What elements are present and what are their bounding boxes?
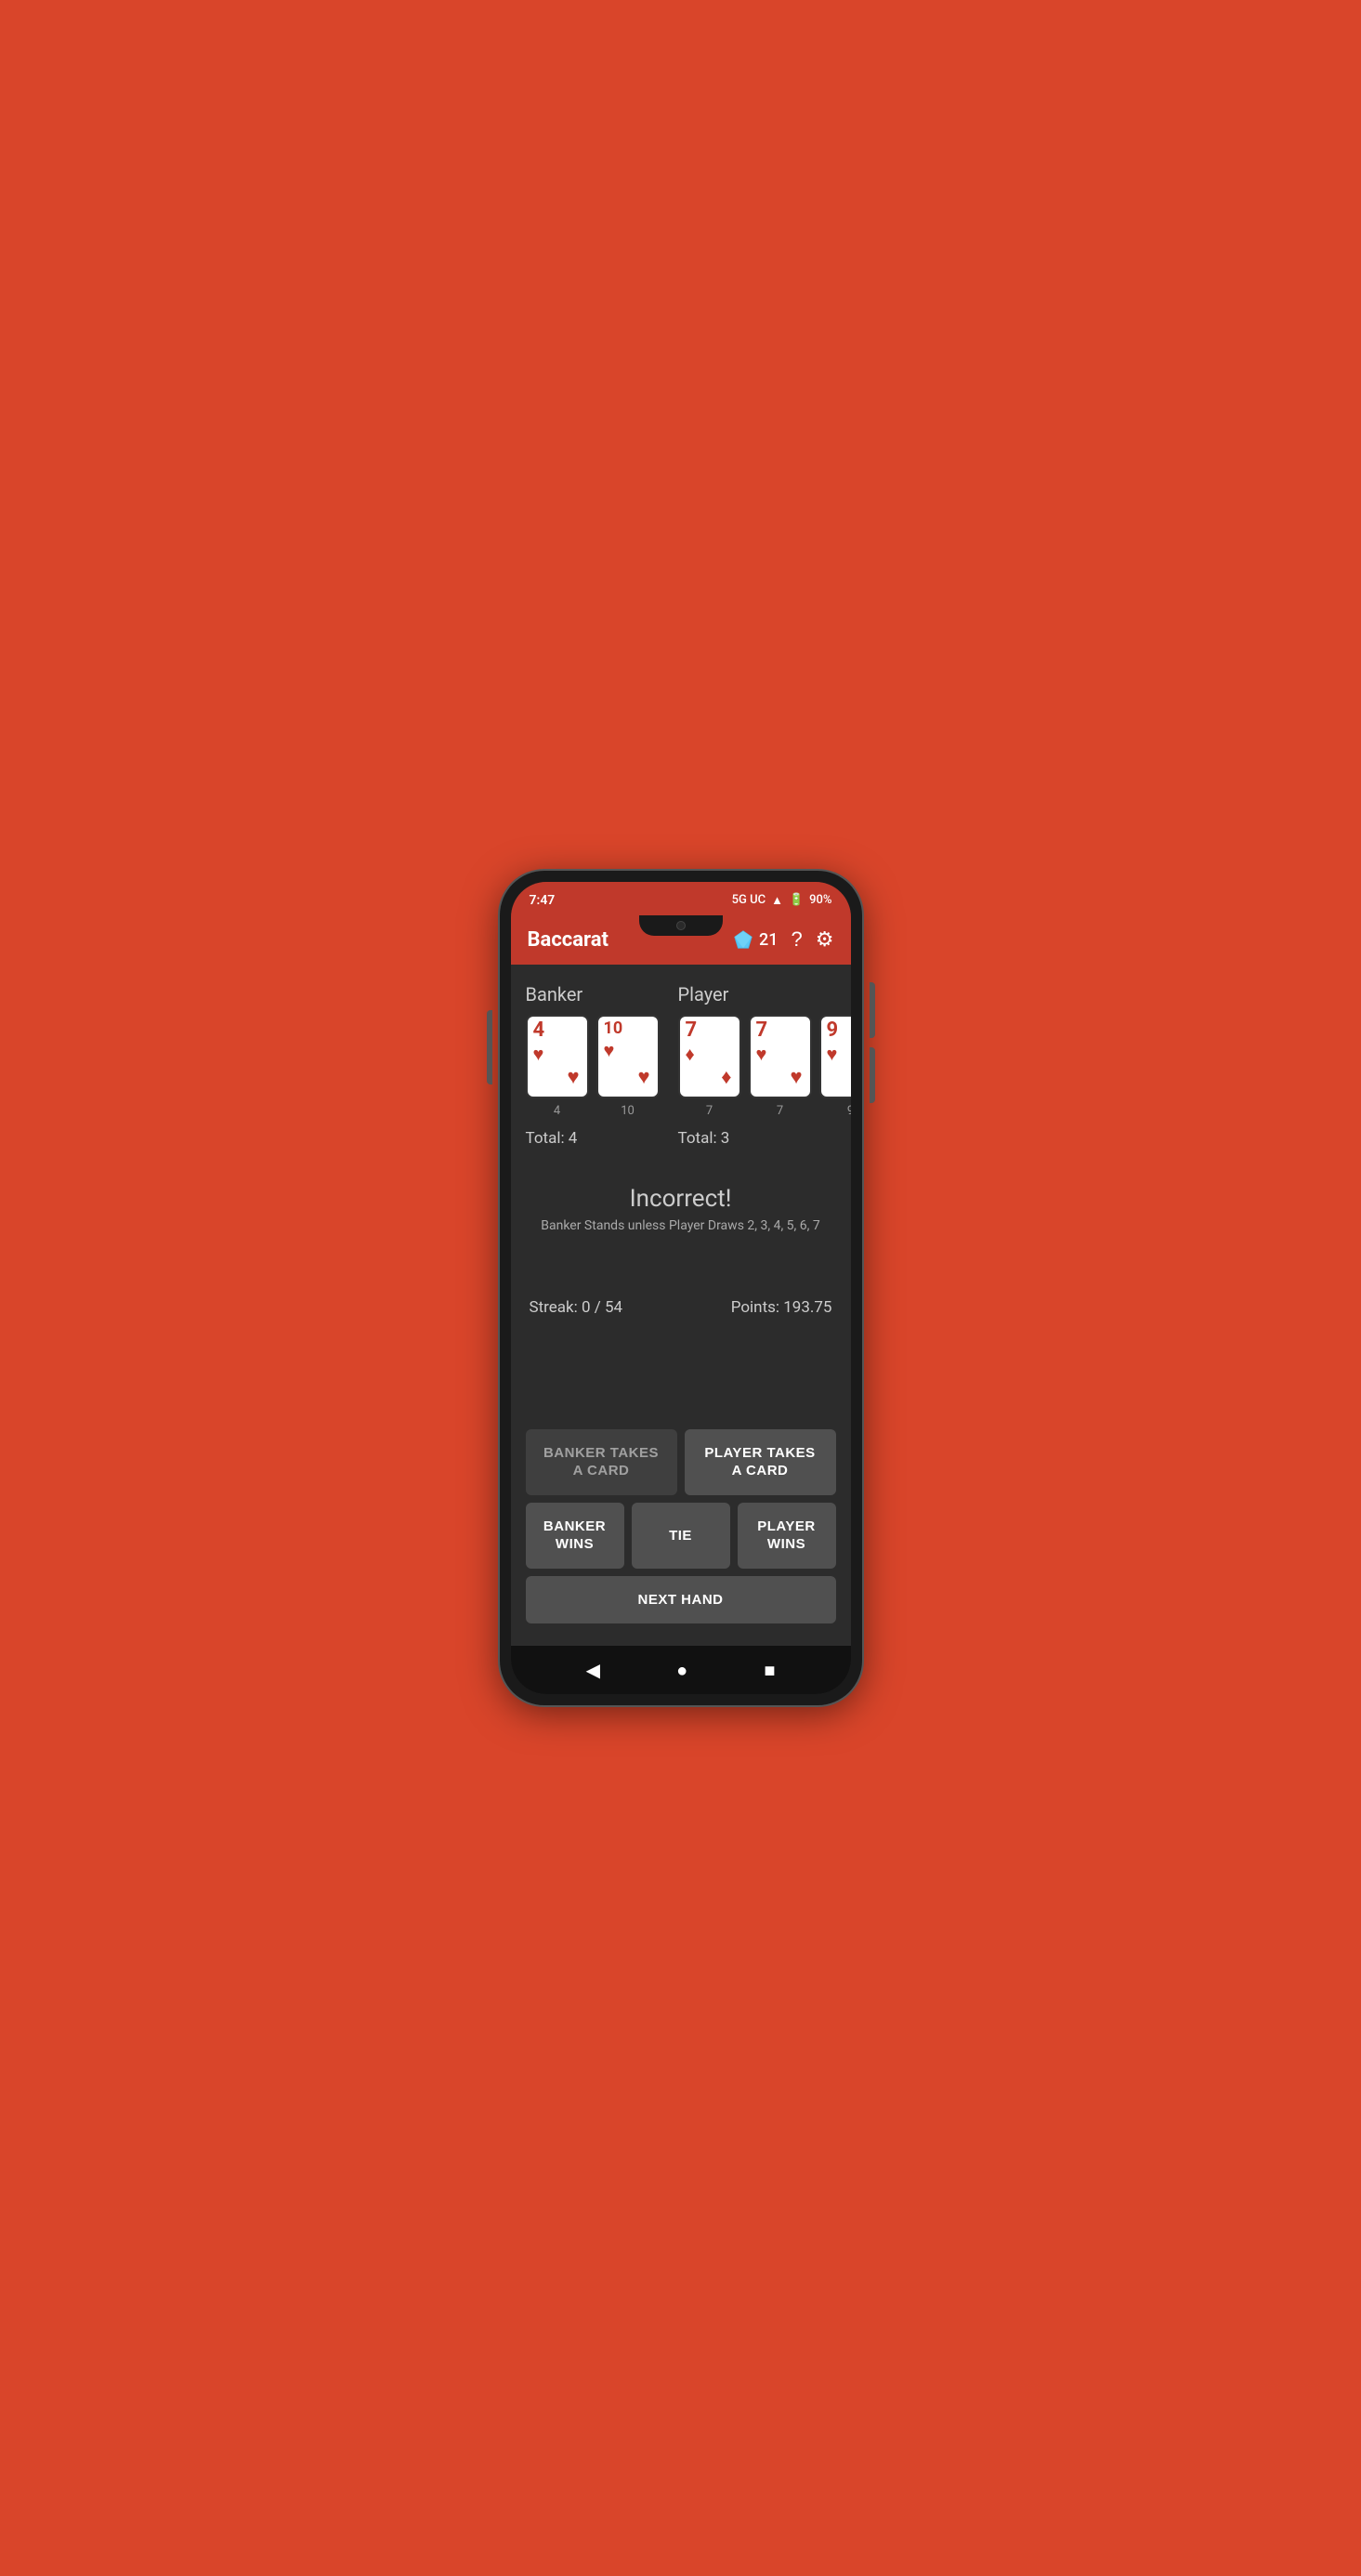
buttons-area: BANKER TAKESA CARD PLAYER TAKESA CARD BA… (511, 1429, 851, 1647)
result-subtitle: Banker Stands unless Player Draws 2, 3, … (526, 1218, 836, 1233)
top-btn-row: BANKER TAKESA CARD PLAYER TAKESA CARD (526, 1429, 836, 1495)
player-card-1-suit: ♦ (686, 1043, 695, 1066)
middle-btn-row: BANKERWINS TIE PLAYERWINS (526, 1503, 836, 1569)
app-title: Baccarat (528, 928, 609, 952)
banker-card-2-label: 10 (596, 1104, 660, 1118)
player-section: Player 7 ♦ ♦ 7 (678, 983, 851, 1148)
player-card-2-label: 7 (749, 1104, 812, 1118)
back-nav-icon[interactable]: ◀ (586, 1659, 600, 1681)
player-card-3-label: 9 (819, 1104, 851, 1118)
player-wins-button[interactable]: PLAYERWINS (738, 1503, 836, 1569)
recents-nav-icon[interactable]: ■ (764, 1659, 775, 1682)
banker-wins-button[interactable]: BANKERWINS (526, 1503, 624, 1569)
banker-card-2: 10 ♥ ♥ 10 (596, 1015, 660, 1118)
app-bar-right: 21 ? ⚙ (733, 929, 833, 950)
battery-level: 90% (809, 893, 831, 907)
player-card-2-value: 7 (756, 1020, 768, 1041)
signal-icon: ▲ (771, 893, 783, 908)
player-card-1-value: 7 (686, 1020, 698, 1041)
gem-icon (733, 929, 753, 950)
player-card-1-label: 7 (678, 1104, 741, 1118)
banker-card-1-label: 4 (526, 1104, 589, 1118)
bottom-btn-row: NEXT HAND (526, 1576, 836, 1624)
player-card-2-suit: ♥ (756, 1043, 767, 1066)
battery-icon: 🔋 (789, 893, 804, 907)
status-right: 5G UC ▲ 🔋 90% (732, 893, 832, 908)
player-total: Total: 3 (678, 1129, 851, 1148)
gem-count: 21 (759, 930, 778, 950)
points-stat: Points: 193.75 (731, 1298, 832, 1317)
status-bar: 7:47 5G UC ▲ 🔋 90% (511, 882, 851, 915)
player-card-2: 7 ♥ ♥ 7 (749, 1015, 812, 1118)
banker-section: Banker 4 ♥ ♥ 4 (526, 983, 660, 1148)
banker-card-1: 4 ♥ ♥ 4 (526, 1015, 589, 1118)
banker-cards: 4 ♥ ♥ 4 10 ♥ ♥ (526, 1015, 660, 1118)
player-card-3: 9 ♥ ♥ 9 (819, 1015, 851, 1118)
hands-row: Banker 4 ♥ ♥ 4 (526, 983, 836, 1148)
help-button[interactable]: ? (792, 929, 803, 950)
game-area: Banker 4 ♥ ♥ 4 (511, 965, 851, 1429)
home-nav-icon[interactable]: ● (676, 1659, 687, 1682)
next-hand-button[interactable]: NEXT HAND (526, 1576, 836, 1624)
player-card-3-suit: ♥ (827, 1043, 838, 1066)
banker-card-2-value: 10 (604, 1020, 623, 1037)
gem-score: 21 (733, 929, 778, 950)
banker-takes-card-button[interactable]: BANKER TAKESA CARD (526, 1429, 677, 1495)
player-card-1: 7 ♦ ♦ 7 (678, 1015, 741, 1118)
camera-dot (676, 921, 686, 930)
nav-bar: ◀ ● ■ (511, 1646, 851, 1694)
result-area: Incorrect! Banker Stands unless Player D… (526, 1185, 836, 1233)
network-indicator: 5G UC (732, 893, 766, 907)
settings-button[interactable]: ⚙ (816, 929, 834, 950)
banker-card-2-suit: ♥ (604, 1039, 615, 1062)
notch (639, 915, 723, 936)
banker-card-1-suit: ♥ (533, 1043, 544, 1066)
tie-button[interactable]: TIE (632, 1503, 730, 1569)
player-card-3-value: 9 (827, 1020, 839, 1041)
player-takes-card-button[interactable]: PLAYER TAKESA CARD (685, 1429, 836, 1495)
stats-row: Streak: 0 / 54 Points: 193.75 (526, 1289, 836, 1326)
banker-card-1-value: 4 (533, 1020, 545, 1041)
player-label: Player (678, 983, 851, 1005)
banker-total: Total: 4 (526, 1129, 660, 1148)
status-time: 7:47 (530, 893, 556, 908)
streak-stat: Streak: 0 / 54 (530, 1298, 623, 1317)
player-cards: 7 ♦ ♦ 7 7 ♥ ♥ (678, 1015, 851, 1118)
result-title: Incorrect! (526, 1185, 836, 1213)
banker-label: Banker (526, 983, 660, 1005)
